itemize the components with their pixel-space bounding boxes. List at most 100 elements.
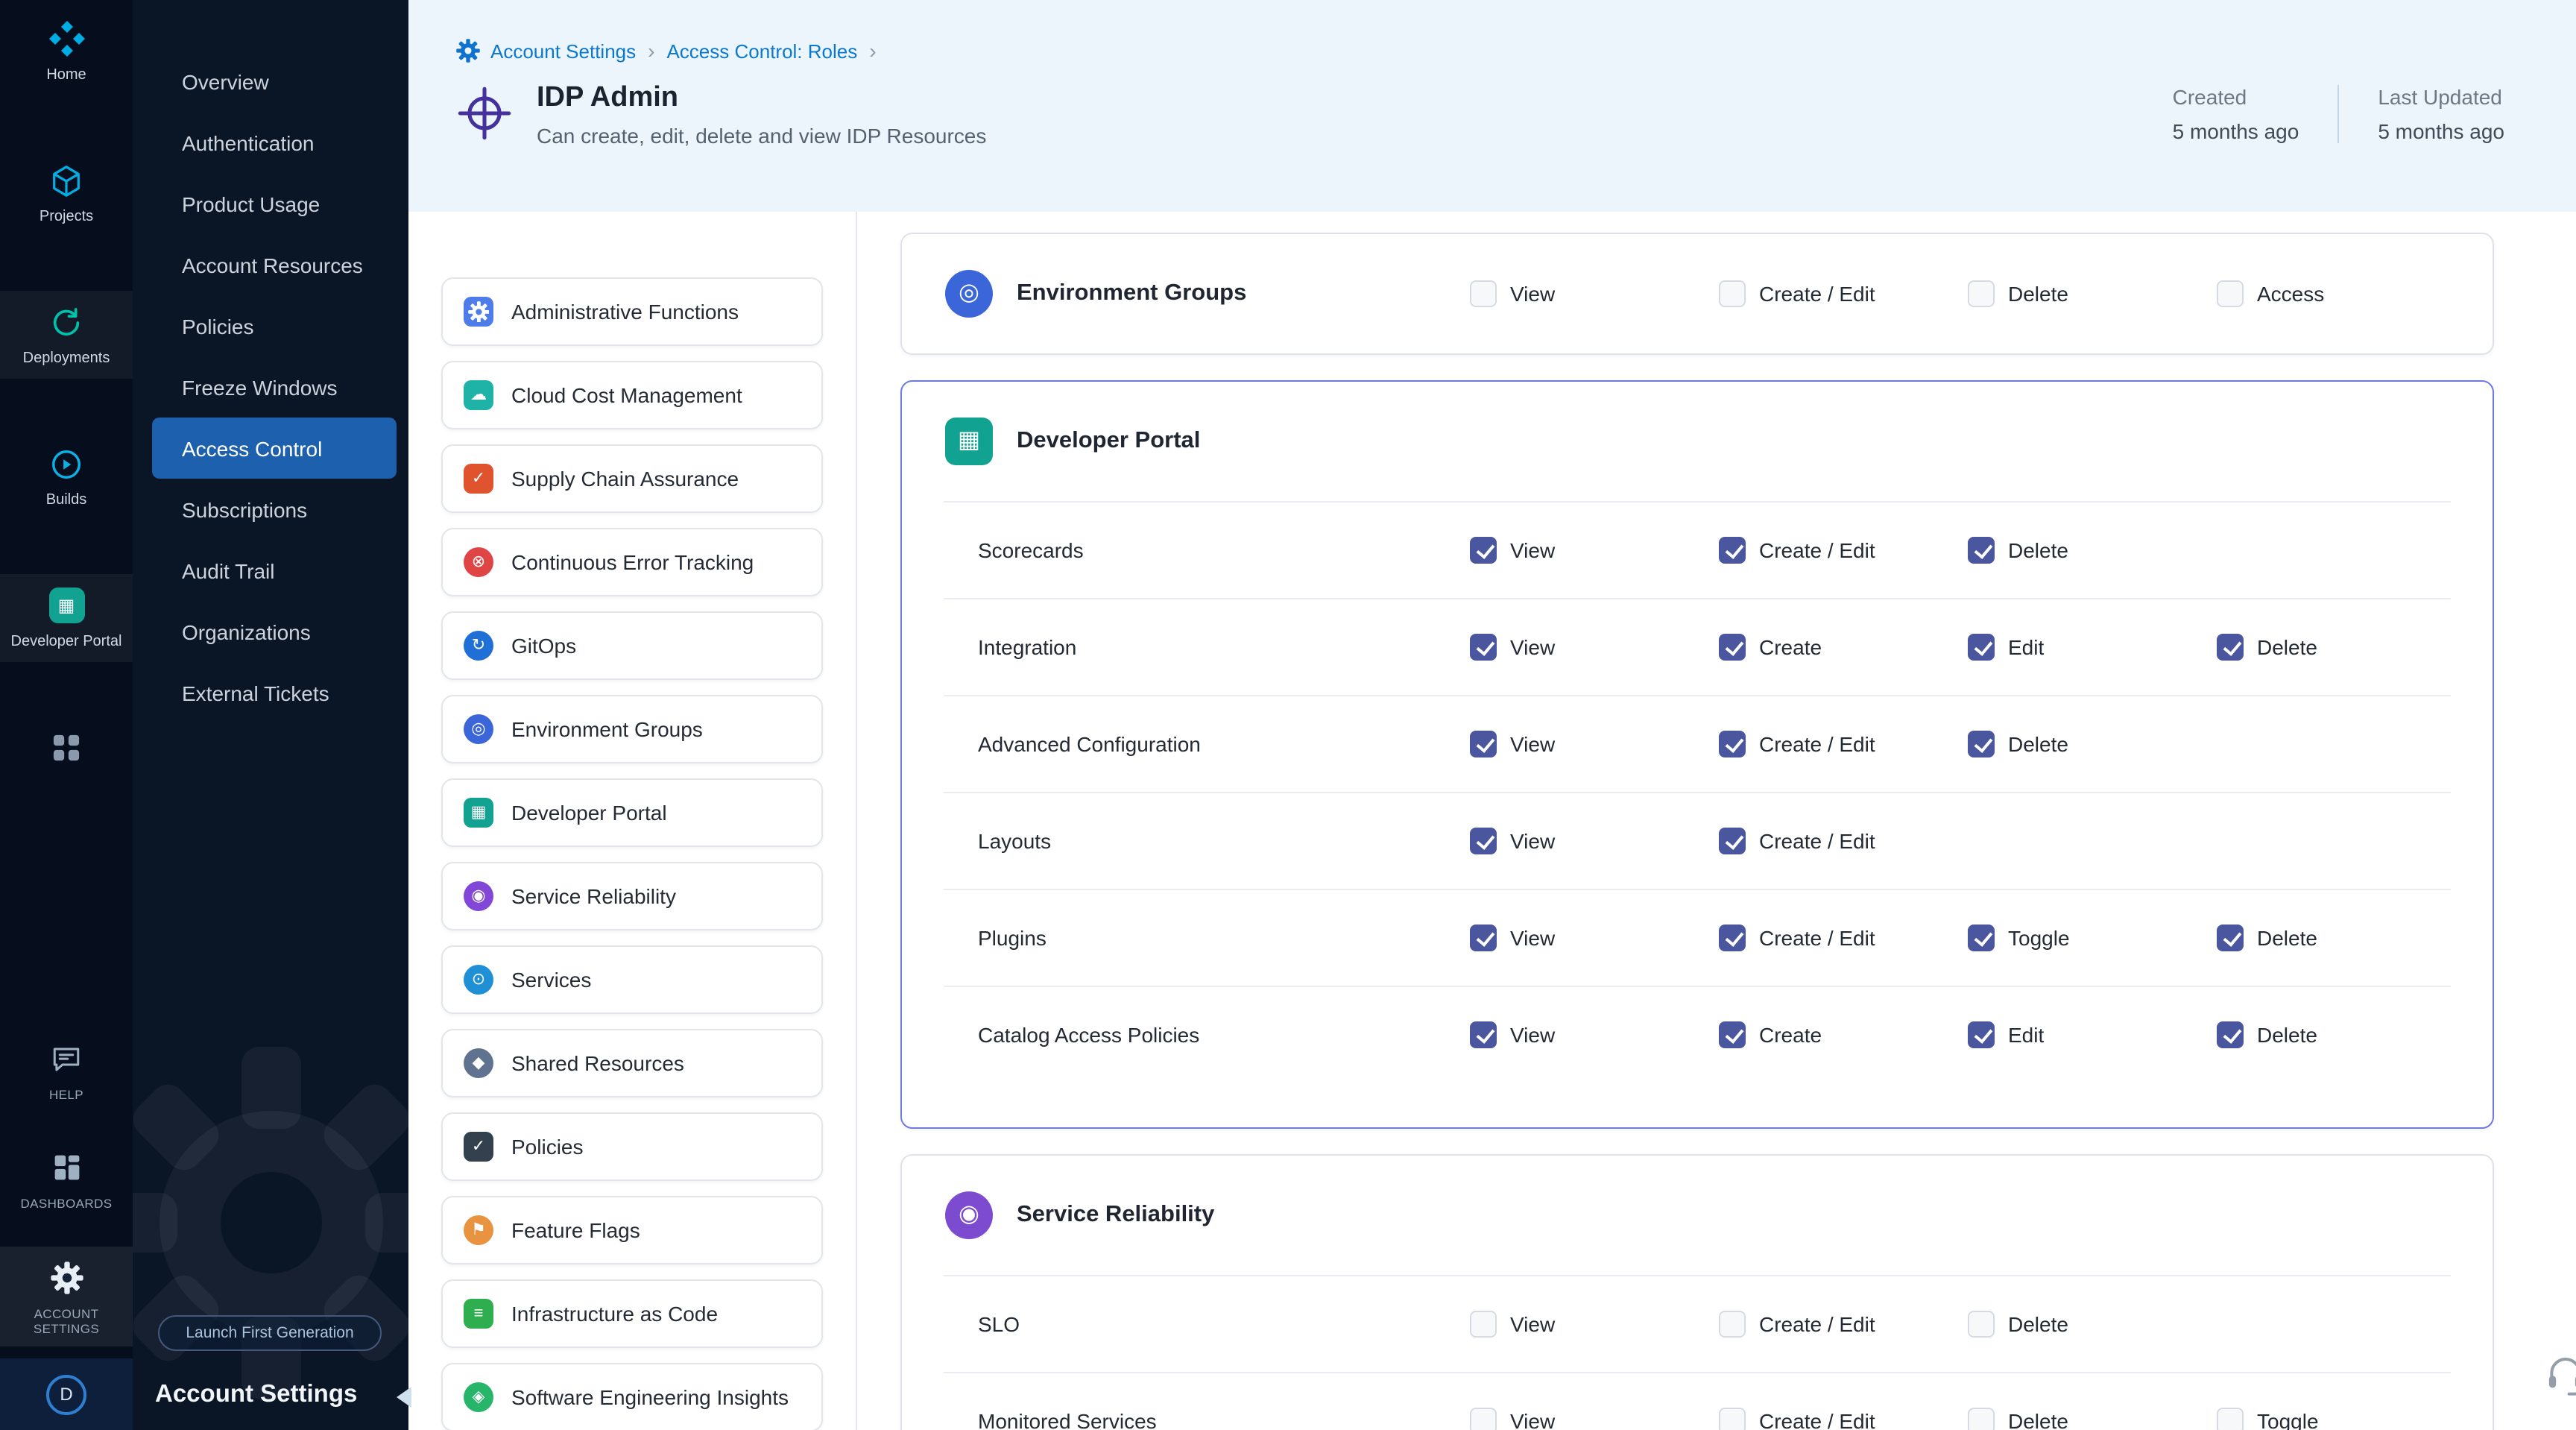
sidebar-collapse-icon[interactable] <box>397 1387 411 1408</box>
perm-label: Delete <box>2008 1408 2068 1430</box>
rail-item-builds[interactable]: Builds <box>0 432 133 520</box>
perm-label: Delete <box>2008 731 2068 755</box>
perm-label: Delete <box>2008 538 2068 561</box>
resource-item-services[interactable]: ⊙ Services <box>441 945 823 1014</box>
checkbox-create[interactable] <box>1719 1021 1746 1048</box>
supply-chain-assurance-icon: ✓ <box>464 464 493 494</box>
rail-item-developer-portal[interactable]: ▦Developer Portal <box>0 574 133 662</box>
checkbox-view[interactable] <box>1470 1310 1497 1337</box>
perm-create-edit: Create / Edit <box>1719 1407 1968 1430</box>
checkbox-view[interactable] <box>1470 827 1497 854</box>
checkbox-view[interactable] <box>1470 924 1497 951</box>
resource-item-label: Developer Portal <box>511 801 667 825</box>
support-headset-icon[interactable] <box>2545 1354 2576 1396</box>
perm-label: View <box>1510 1408 1555 1430</box>
gitops-icon: ↻ <box>464 631 493 661</box>
sidebar-item-authentication[interactable]: Authentication <box>133 112 408 173</box>
resource-item-cloud-cost-management[interactable]: ☁ Cloud Cost Management <box>441 361 823 429</box>
checkbox-delete[interactable] <box>2217 1021 2244 1048</box>
rail-item-help[interactable]: HELP <box>0 1028 133 1113</box>
resource-item-infrastructure-as-code[interactable]: ≡ Infrastructure as Code <box>441 1279 823 1348</box>
resource-item-supply-chain-assurance[interactable]: ✓ Supply Chain Assurance <box>441 444 823 513</box>
resource-item-shared-resources[interactable]: ◆ Shared Resources <box>441 1029 823 1097</box>
checkbox-delete[interactable] <box>1968 536 1995 563</box>
card-header: ◎ Environment Groups View Create / Edit … <box>902 234 2493 353</box>
permission-row-advanced-configuration: Advanced Configuration View Create / Edi… <box>902 695 2493 792</box>
chevron-right-icon: › <box>869 39 876 63</box>
resource-item-label: Services <box>511 968 591 992</box>
checkbox-view[interactable] <box>1470 280 1497 307</box>
rail-item-home[interactable]: Home <box>0 7 133 95</box>
resource-item-service-reliability[interactable]: ◉ Service Reliability <box>441 862 823 930</box>
checkbox-view[interactable] <box>1470 536 1497 563</box>
sidebar-item-freeze-windows[interactable]: Freeze Windows <box>133 356 408 418</box>
checkbox-toggle[interactable] <box>1968 924 1995 951</box>
perm-label: Create <box>1759 1022 1822 1046</box>
checkbox-create-edit[interactable] <box>1719 730 1746 757</box>
checkbox-view[interactable] <box>1470 1021 1497 1048</box>
resource-item-environment-groups[interactable]: ◎ Environment Groups <box>441 695 823 763</box>
checkbox-view[interactable] <box>1470 730 1497 757</box>
permission-slots: View Create Edit Delete <box>1470 598 2466 695</box>
rail-item-dashboards[interactable]: DASHBOARDS <box>0 1137 133 1222</box>
sidebar-item-audit-trail[interactable]: Audit Trail <box>133 540 408 601</box>
resource-item-continuous-error-tracking[interactable]: ⊗ Continuous Error Tracking <box>441 528 823 596</box>
permission-card-environment-groups: ◎ Environment Groups View Create / Edit … <box>900 233 2494 355</box>
resource-item-label: Shared Resources <box>511 1051 684 1075</box>
checkbox-create-edit[interactable] <box>1719 1407 1746 1430</box>
resource-type-list: Administrative Functions ☁ Cloud Cost Ma… <box>408 212 857 1430</box>
card-title: Environment Groups <box>1017 280 1246 307</box>
resource-item-feature-flags[interactable]: ⚑ Feature Flags <box>441 1196 823 1264</box>
checkbox-delete[interactable] <box>1968 1310 1995 1337</box>
sidebar-item-account-resources[interactable]: Account Resources <box>133 234 408 295</box>
role-meta: Created 5 months ago Last Updated 5 mont… <box>2173 82 2504 143</box>
resource-item-gitops[interactable]: ↻ GitOps <box>441 611 823 680</box>
checkbox-create-edit[interactable] <box>1719 827 1746 854</box>
checkbox-delete[interactable] <box>2217 633 2244 660</box>
card-title: Service Reliability <box>1017 1202 1214 1229</box>
checkbox-delete[interactable] <box>2217 924 2244 951</box>
sidebar-item-policies[interactable]: Policies <box>133 295 408 356</box>
sidebar-item-overview[interactable]: Overview <box>133 51 408 112</box>
checkbox-delete[interactable] <box>1968 280 1995 307</box>
sidebar-item-product-usage[interactable]: Product Usage <box>133 173 408 234</box>
perm-create-edit: Create / Edit <box>1719 1310 1968 1337</box>
resource-item-software-engineering-insights[interactable]: ◈ Software Engineering Insights <box>441 1363 823 1430</box>
rail-item-projects[interactable]: Projects <box>0 149 133 237</box>
checkbox-toggle[interactable] <box>2217 1407 2244 1430</box>
permission-card-developer-portal: ▦ Developer Portal Scorecards View Creat… <box>900 380 2494 1129</box>
sidebar-item-access-control[interactable]: Access Control <box>152 418 397 479</box>
checkbox-create-edit[interactable] <box>1719 1310 1746 1337</box>
perm-create-edit: Create / Edit <box>1719 280 1968 307</box>
resource-item-developer-portal[interactable]: ▦ Developer Portal <box>441 778 823 847</box>
sidebar-item-subscriptions[interactable]: Subscriptions <box>133 479 408 540</box>
checkbox-view[interactable] <box>1470 633 1497 660</box>
administrative-functions-icon <box>464 297 493 327</box>
resource-item-administrative-functions[interactable]: Administrative Functions <box>441 277 823 346</box>
sidebar-item-organizations[interactable]: Organizations <box>133 601 408 662</box>
resource-item-policies[interactable]: ✓ Policies <box>441 1112 823 1181</box>
checkbox-edit[interactable] <box>1968 1021 1995 1048</box>
checkbox-delete[interactable] <box>1968 730 1995 757</box>
infrastructure-as-code-icon: ≡ <box>464 1299 493 1329</box>
rail-item-account-settings[interactable]: ACCOUNT SETTINGS <box>0 1246 133 1346</box>
checkbox-create[interactable] <box>1719 633 1746 660</box>
checkbox-create-edit[interactable] <box>1719 924 1746 951</box>
rail-item-deployments[interactable]: Deployments <box>0 291 133 379</box>
perm-view: View <box>1470 730 1719 757</box>
breadcrumb-access-control-roles[interactable]: Access Control: Roles <box>666 40 857 62</box>
perm-create-edit: Create / Edit <box>1719 827 1968 854</box>
launch-first-generation-button[interactable]: Launch First Generation <box>158 1315 382 1351</box>
sidebar-item-external-tickets[interactable]: External Tickets <box>133 662 408 723</box>
checkbox-edit[interactable] <box>1968 633 1995 660</box>
checkbox-view[interactable] <box>1470 1407 1497 1430</box>
breadcrumb-account-settings[interactable]: Account Settings <box>490 40 636 62</box>
checkbox-create-edit[interactable] <box>1719 280 1746 307</box>
rail-item-label: Builds <box>46 492 87 510</box>
shared-resources-icon: ◆ <box>464 1048 493 1078</box>
rail-item-modules[interactable] <box>0 716 133 777</box>
checkbox-delete[interactable] <box>1968 1407 1995 1430</box>
checkbox-create-edit[interactable] <box>1719 536 1746 563</box>
checkbox-access[interactable] <box>2217 280 2244 307</box>
user-avatar[interactable]: D <box>46 1374 86 1414</box>
